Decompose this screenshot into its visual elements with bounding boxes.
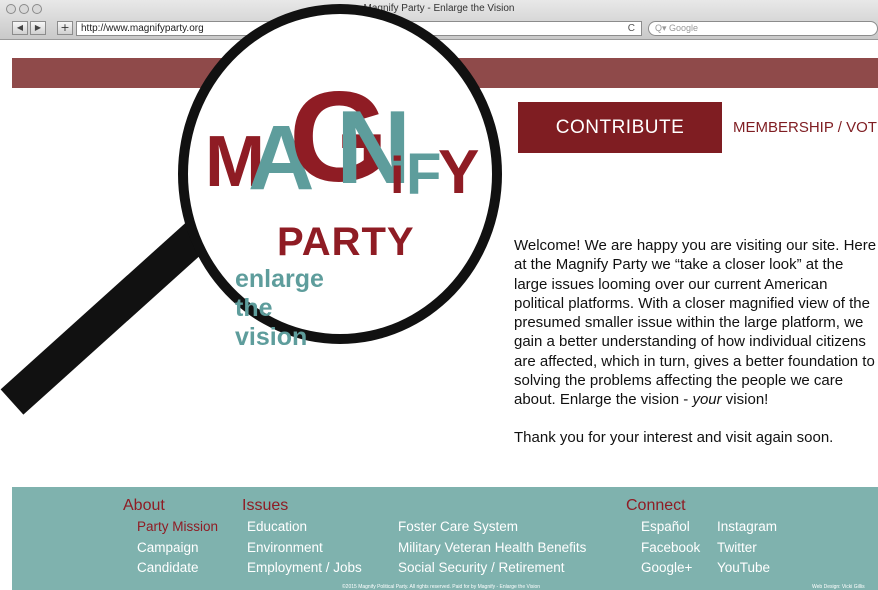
contribute-button[interactable]: CONTRIBUTE — [518, 102, 722, 153]
logo-letter-f: F — [406, 142, 442, 207]
logo-party: PARTY — [277, 220, 415, 264]
footer-copyright: ©2015 Magnify Political Party. All right… — [342, 584, 541, 590]
back-button[interactable]: ◀ — [12, 21, 28, 35]
magnifier-handle — [0, 216, 216, 415]
welcome-text: Welcome! We are happy you are visiting o… — [514, 236, 878, 447]
footer-link-foster-care[interactable]: Foster Care System — [398, 519, 518, 534]
url-text: http://www.magnifyparty.org — [81, 23, 204, 34]
search-field[interactable]: Q▾ Google — [648, 21, 878, 36]
logo-letter-y: Y — [438, 138, 480, 207]
footer: About Party Mission Campaign Candidate I… — [12, 487, 878, 590]
membership-vote-link[interactable]: MEMBERSHIP / VOTE — [733, 119, 878, 136]
logo-letter-i: i — [390, 147, 405, 205]
footer-link-campaign[interactable]: Campaign — [137, 540, 199, 555]
browser-titlebar: Magnify Party - Enlarge the Vision ◀ ▶ +… — [0, 0, 878, 40]
reload-icon[interactable]: C — [628, 22, 635, 35]
welcome-emphasis: your — [692, 391, 722, 409]
welcome-paragraph: Welcome! We are happy you are visiting o… — [514, 236, 878, 410]
footer-link-google-plus[interactable]: Google+ — [641, 560, 692, 575]
footer-link-candidate[interactable]: Candidate — [137, 560, 199, 575]
footer-credit: Web Design: Vicki Gillis — [812, 584, 865, 590]
footer-link-party-mission[interactable]: Party Mission — [137, 519, 218, 534]
footer-link-espanol[interactable]: Español — [641, 519, 690, 534]
search-placeholder: Google — [669, 23, 699, 33]
footer-link-environment[interactable]: Environment — [247, 540, 323, 555]
footer-link-twitter[interactable]: Twitter — [717, 540, 757, 555]
footer-link-instagram[interactable]: Instagram — [717, 519, 777, 534]
footer-issues-heading: Issues — [242, 497, 289, 514]
footer-link-veteran-health[interactable]: Military Veteran Health Benefits — [398, 540, 586, 555]
forward-button[interactable]: ▶ — [30, 21, 46, 35]
footer-about-heading: About — [123, 497, 165, 514]
search-icon: Q▾ — [655, 23, 670, 33]
add-bookmark-button[interactable]: + — [57, 21, 73, 35]
welcome-ending: vision! — [721, 391, 769, 409]
footer-connect-heading: Connect — [626, 497, 686, 514]
footer-link-youtube[interactable]: YouTube — [717, 560, 770, 575]
window-title: Magnify Party - Enlarge the Vision — [363, 3, 515, 14]
history-nav: ◀ ▶ — [12, 21, 46, 35]
footer-link-employment[interactable]: Employment / Jobs — [247, 560, 362, 575]
thanks-paragraph: Thank you for your interest and visit ag… — [514, 428, 834, 446]
footer-link-facebook[interactable]: Facebook — [641, 540, 700, 555]
logo-tagline: enlarge the vision — [235, 265, 324, 351]
footer-link-education[interactable]: Education — [247, 519, 307, 534]
welcome-body: Welcome! We are happy you are visiting o… — [514, 237, 877, 409]
footer-link-social-security[interactable]: Social Security / Retirement — [398, 560, 565, 575]
